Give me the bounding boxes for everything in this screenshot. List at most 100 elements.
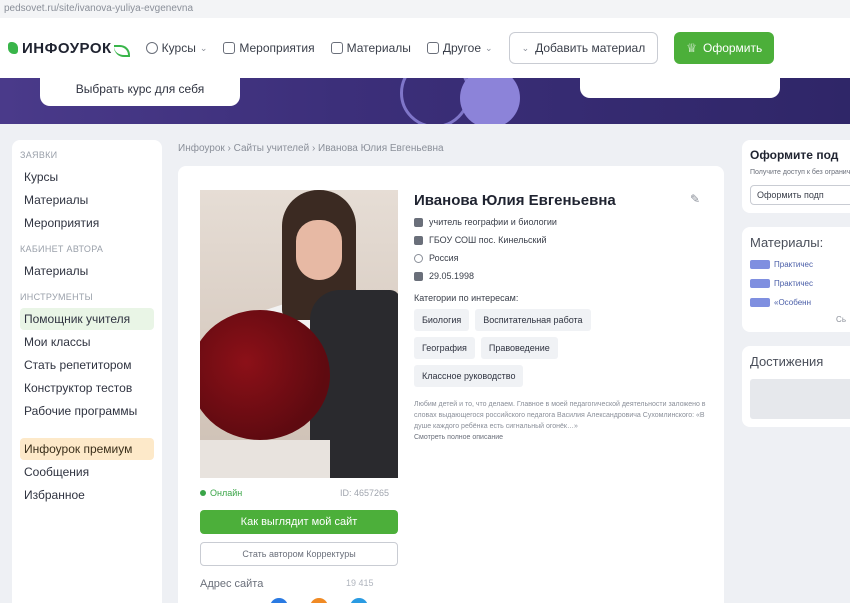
right-sidebar: Оформите под Получите доступ к без огран… [742, 140, 850, 441]
document-icon [330, 42, 343, 54]
material-item[interactable]: «Особенн [750, 298, 850, 307]
choose-course-button[interactable]: Выбрать курс для себя [40, 78, 240, 106]
location-pin-icon [414, 253, 423, 263]
material-title: Практичес [774, 279, 813, 288]
material-title: «Особенн [774, 298, 811, 307]
sidebar-item-my-classes[interactable]: Мои классы [20, 331, 154, 353]
subscribe-button[interactable]: ♕ Оформить [674, 32, 775, 64]
profile-photo [200, 190, 398, 478]
sidebar-item-work-programs[interactable]: Рабочие программы [20, 400, 154, 422]
logo-mark-icon [8, 42, 18, 54]
sidebar-item-events[interactable]: Мероприятия [20, 212, 154, 234]
nav-materials[interactable]: Материалы [330, 41, 411, 55]
materials-more-link[interactable]: Сь [750, 315, 850, 324]
achievements-widget: Достижения [742, 346, 850, 427]
view-site-button[interactable]: Как выглядит мой сайт [200, 510, 398, 534]
promo-banner: Выбрать курс для себя [0, 78, 850, 124]
materials-title: Материалы: [750, 235, 824, 250]
profile-position: учитель географии и биологии [414, 217, 714, 227]
browser-url[interactable]: pedsovet.ru/site/ivanova-yuliya-evgenevn… [0, 0, 850, 18]
top-navigation: ИНФОУРОК Курсы ⌄ Мероприятия Материалы Д… [0, 18, 850, 78]
sidebar-section-title: ЗАЯВКИ [20, 150, 58, 160]
sidebar-item-become-tutor[interactable]: Стать репетитором [20, 354, 154, 376]
category-tag[interactable]: География [414, 337, 475, 359]
sidebar-item-premium[interactable]: Инфоурок премиум [20, 438, 154, 460]
promo-subscribe-button[interactable]: Оформить подп [750, 185, 850, 205]
grid-icon [426, 42, 439, 54]
material-item[interactable]: Практичес [750, 279, 850, 288]
profile-birthdate: 29.05.1998 [414, 271, 714, 281]
profile-school-text: ГБОУ СОШ пос. Кинельский [429, 235, 547, 245]
add-material-button[interactable]: ⌄ Добавить материал [508, 32, 659, 64]
online-dot-icon [200, 490, 206, 496]
sidebar-section-title: ИНСТРУМЕНТЫ [20, 292, 93, 302]
ok-share-icon[interactable] [310, 598, 328, 603]
site-address-label: Адрес сайта [200, 578, 264, 590]
book-icon [414, 217, 423, 227]
profile-name: Иванова Юлия Евгеньевна [414, 192, 616, 209]
nav-courses[interactable]: Курсы ⌄ [145, 41, 208, 55]
breadcrumb[interactable]: Инфоурок › Сайты учителей › Иванова Юлия… [178, 143, 724, 154]
subscription-promo: Оформите под Получите доступ к без огран… [742, 140, 850, 213]
logo-text: ИНФОУРОК [22, 39, 112, 57]
subscribe-label: Оформить [703, 41, 763, 55]
profile-info: Иванова Юлия Евгеньевна ✎ учитель геогра… [414, 192, 714, 441]
about-more-link[interactable]: Смотреть полное описание [414, 434, 714, 441]
category-tag[interactable]: Классное руководство [414, 365, 524, 387]
promo-text: Получите доступ к без ограничений [750, 169, 850, 176]
nav-events[interactable]: Мероприятия [223, 41, 315, 55]
profile-school: ГБОУ СОШ пос. Кинельский [414, 235, 714, 245]
sidebar-item-author-materials[interactable]: Материалы [20, 260, 154, 282]
become-author-button[interactable]: Стать автором Корректуры [200, 542, 398, 566]
category-tag[interactable]: Правоведение [480, 337, 558, 359]
nav-other-label: Другое [442, 41, 482, 55]
nav-courses-label: Курсы [161, 41, 196, 55]
material-badge [750, 298, 770, 307]
banner-circle-decor [460, 78, 520, 124]
user-id: ID: 4657265 [340, 488, 390, 498]
nav-other[interactable]: Другое ⌄ [426, 41, 493, 55]
site-views-count: 19 415 [346, 578, 374, 588]
sidebar: ЗАЯВКИ Курсы Материалы Мероприятия КАБИН… [12, 140, 162, 603]
logo-leaf-icon [113, 45, 130, 57]
chevron-down-icon: ⌄ [199, 42, 208, 53]
photo-face [296, 220, 342, 280]
material-badge [750, 279, 770, 288]
nav-materials-label: Материалы [346, 41, 411, 55]
school-icon [414, 235, 423, 245]
vk-share-icon[interactable] [270, 598, 288, 603]
category-tags: Биология Воспитательная работа География… [414, 309, 654, 387]
sidebar-item-messages[interactable]: Сообщения [20, 461, 154, 483]
material-title: Практичес [774, 260, 813, 269]
online-status: Онлайн [200, 488, 242, 498]
achievement-certificate-image[interactable] [750, 379, 850, 419]
calendar-icon [414, 271, 423, 281]
add-material-label: Добавить материал [535, 41, 646, 55]
sidebar-item-test-builder[interactable]: Конструктор тестов [20, 377, 154, 399]
profile-country-text: Россия [429, 253, 459, 263]
category-tag[interactable]: Воспитательная работа [475, 309, 591, 331]
profile-card: Онлайн ID: 4657265 Как выглядит мой сайт… [178, 166, 724, 603]
sidebar-item-courses[interactable]: Курсы [20, 166, 154, 188]
profile-country: Россия [414, 253, 714, 263]
achievements-title: Достижения [750, 354, 824, 369]
photo-table [200, 440, 330, 478]
sidebar-item-favorites[interactable]: Избранное [20, 484, 154, 506]
main-content: Инфоурок › Сайты учителей › Иванова Юлия… [178, 140, 724, 603]
materials-widget: Материалы: Практичес Практичес «Особенн … [742, 227, 850, 332]
nav-events-label: Мероприятия [239, 41, 315, 55]
material-badge [750, 260, 770, 269]
telegram-share-icon[interactable] [350, 598, 368, 603]
profile-position-text: учитель географии и биологии [429, 217, 557, 227]
site-logo[interactable]: ИНФОУРОК [8, 39, 130, 57]
chevron-down-icon: ⌄ [521, 42, 530, 53]
sidebar-item-teacher-assistant[interactable]: Помощник учителя [20, 308, 154, 330]
about-text: Любим детей и то, что делаем. Главное в … [414, 401, 706, 430]
chevron-down-icon: ⌄ [485, 42, 493, 53]
calendar-icon [223, 42, 236, 54]
pencil-icon[interactable]: ✎ [690, 192, 700, 206]
category-tag[interactable]: Биология [414, 309, 470, 331]
sidebar-item-materials[interactable]: Материалы [20, 189, 154, 211]
material-item[interactable]: Практичес [750, 260, 850, 269]
profile-birthdate-text: 29.05.1998 [429, 271, 475, 281]
